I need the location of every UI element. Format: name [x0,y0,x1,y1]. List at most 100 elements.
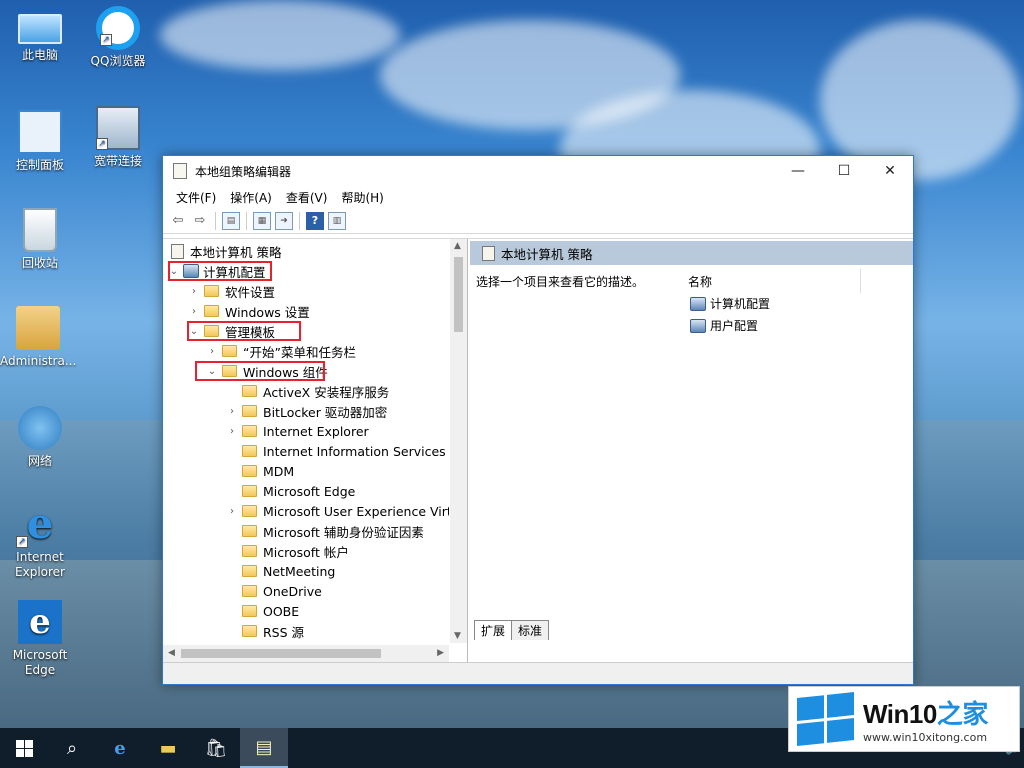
scroll-left-icon[interactable]: ◀ [168,648,175,658]
properties-icon[interactable]: ▦ [253,211,271,230]
highlight-admin-templates [187,321,301,341]
group-policy-editor-window[interactable]: 本地组策略编辑器 — ☐ ✕ 文件(F) 操作(A) 查看(V) 帮助(H) ⇦… [162,155,914,685]
folder-icon [242,405,257,417]
tab-standard[interactable]: 标准 [511,620,550,640]
tree-item-iis[interactable]: Internet Information Services [225,441,446,461]
folder-icon [242,465,257,477]
recycle-bin-icon [23,208,57,252]
desktop-icon-user-folder[interactable]: Administra... [0,306,76,369]
chevron-right-icon[interactable]: › [225,406,239,417]
tree-item-microsoft-edge[interactable]: Microsoft Edge [225,481,355,501]
tree-item-start-menu-taskbar[interactable]: › “开始”菜单和任务栏 [205,341,356,361]
close-button[interactable]: ✕ [867,156,913,186]
list-item-user-config[interactable]: 用户配置 [688,317,758,334]
folder-icon [242,385,257,397]
watermark-title: Win10之家 [863,699,988,729]
minimize-button[interactable]: — [775,156,821,186]
view-tabs: 扩展 标准 [470,620,550,640]
desktop-icon-internet-explorer[interactable]: e ↗ Internet Explorer [2,502,78,580]
menu-help[interactable]: 帮助(H) [334,189,390,206]
scroll-thumb[interactable] [454,257,463,332]
column-header-name[interactable]: 名称 [688,273,712,290]
filter-view-icon[interactable]: ▥ [328,211,346,230]
search-icon[interactable]: ⌕ [48,728,96,768]
desktop-icon-broadband[interactable]: ↗ 宽带连接 [80,106,156,169]
menu-view[interactable]: 查看(V) [279,189,335,206]
policy-document-icon [482,245,495,261]
details-header: 本地计算机 策略 [470,241,913,265]
start-button[interactable] [0,728,48,768]
tree-item-bitlocker[interactable]: › BitLocker 驱动器加密 [225,401,387,421]
tree-item-software-settings[interactable]: › 软件设置 [187,281,275,301]
qq-browser-icon: ↗ [96,6,140,50]
folder-icon [204,285,219,297]
tree-item-ue-v[interactable]: › Microsoft User Experience Virtu [225,501,449,521]
list-item-computer-config[interactable]: 计算机配置 [688,295,770,312]
desktop-icon-qq-browser[interactable]: ↗ QQ浏览器 [80,6,156,69]
help-icon[interactable]: ? [306,211,324,230]
show-hide-tree-icon[interactable]: ▤ [222,211,240,230]
shortcut-arrow-icon: ↗ [96,138,108,150]
scroll-right-icon[interactable]: ▶ [437,648,444,658]
tree-item-microsoft-account[interactable]: Microsoft 帐户 [225,541,349,561]
folder-icon [242,565,257,577]
folder-icon [242,545,257,557]
window-title: 本地组策略编辑器 [195,164,292,179]
back-arrow-icon[interactable]: ⇦ [169,212,187,230]
maximize-button[interactable]: ☐ [821,156,867,186]
edge-taskbar-icon[interactable]: e [96,728,144,768]
chevron-right-icon[interactable]: › [187,286,201,297]
desktop-icon-control-panel[interactable]: 控制面板 [2,110,78,173]
export-list-icon[interactable]: ➜ [275,211,293,230]
tree-item-rss[interactable]: RSS 源 [225,621,304,641]
scroll-up-icon[interactable]: ▲ [454,241,461,251]
toolbar-divider [215,211,216,230]
tab-extended[interactable]: 扩展 [474,620,513,640]
chevron-right-icon[interactable]: › [225,506,239,517]
folder-icon [204,305,219,317]
desktop-icon-edge[interactable]: e Microsoft Edge [2,600,78,678]
wallpaper-cloud [160,0,400,70]
forward-arrow-icon[interactable]: ⇨ [191,212,209,230]
policy-editor-taskbar-icon[interactable]: ▤ [240,728,288,768]
description-text: 选择一个项目来查看它的描述。 [476,275,645,289]
control-panel-icon [18,110,62,154]
shortcut-arrow-icon: ↗ [100,34,112,46]
tree-item-secondary-auth[interactable]: Microsoft 辅助身份验证因素 [225,521,424,541]
tree-item-windows-settings[interactable]: › Windows 设置 [187,301,310,321]
tree-item-activex[interactable]: ActiveX 安装程序服务 [225,381,389,401]
tree-item-netmeeting[interactable]: NetMeeting [225,561,335,581]
chevron-right-icon[interactable]: › [187,306,201,317]
highlight-windows-components [195,361,325,381]
status-bar [163,662,913,684]
menu-file[interactable]: 文件(F) [169,189,223,206]
policy-editor-app-icon [173,163,187,179]
menu-action[interactable]: 操作(A) [223,189,279,206]
windows-logo-icon [15,739,33,757]
tree-vertical-scrollbar[interactable]: ▲ ▼ [450,239,467,643]
title-bar[interactable]: 本地组策略编辑器 — ☐ ✕ [163,156,913,186]
watermark-logo: Win10之家 www.win10xitong.com [788,686,1020,752]
tree-item-onedrive[interactable]: OneDrive [225,581,322,601]
desktop-icon-this-pc[interactable]: 此电脑 [2,6,78,63]
desktop-icon-recycle-bin[interactable]: 回收站 [2,208,78,271]
tree-item-oobe[interactable]: OOBE [225,601,299,621]
column-divider[interactable] [860,269,861,293]
store-icon[interactable]: 🛍 [192,728,240,768]
desktop-icon-network[interactable]: 网络 [2,406,78,469]
file-explorer-icon[interactable]: ▬ [144,728,192,768]
chevron-right-icon[interactable]: › [205,346,219,357]
scroll-thumb[interactable] [181,649,381,658]
tree-root[interactable]: 本地计算机 策略 [167,241,281,261]
edge-icon: e [18,600,62,644]
tree-item-internet-explorer[interactable]: › Internet Explorer [225,421,369,441]
chevron-right-icon[interactable]: › [225,426,239,437]
tree-horizontal-scrollbar[interactable]: ◀ ▶ [163,645,449,662]
scroll-down-icon[interactable]: ▼ [454,631,461,641]
computer-icon [18,14,62,44]
tree-item-mdm[interactable]: MDM [225,461,294,481]
policy-document-icon [171,243,184,259]
folder-icon [242,625,257,637]
folder-icon [242,505,257,517]
internet-explorer-icon: e ↗ [16,502,62,548]
